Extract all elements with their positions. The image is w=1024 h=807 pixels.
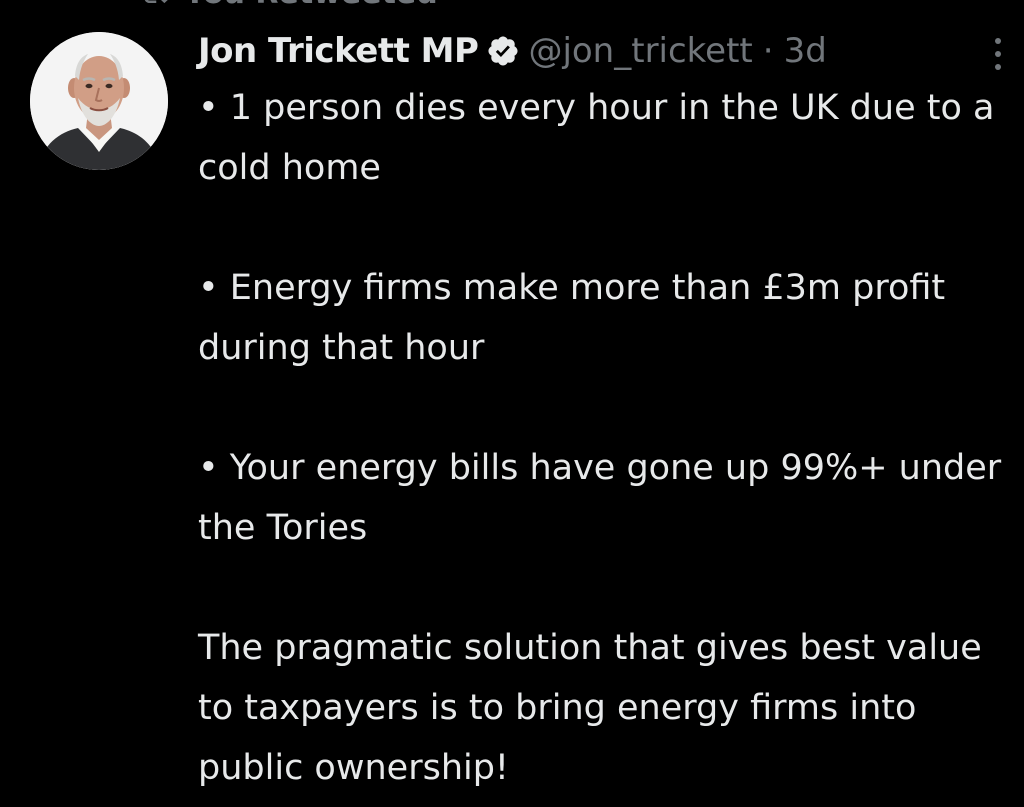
avatar-image: [30, 32, 168, 170]
tweet-paragraph: • 1 person dies every hour in the UK due…: [198, 88, 995, 188]
tweet-paragraph: • Your energy bills have gone up 99%+ un…: [198, 448, 1002, 548]
author-handle[interactable]: @jon_trickett: [528, 31, 752, 71]
social-context-label: You Retweeted: [184, 0, 438, 8]
social-context: You Retweeted: [140, 0, 438, 8]
header-separator: ·: [762, 31, 774, 71]
tweet-paragraph: The pragmatic solution that gives best v…: [198, 628, 982, 788]
verified-badge-icon[interactable]: [486, 34, 520, 68]
tweet-text: • 1 person dies every hour in the UK due…: [198, 78, 1014, 798]
avatar[interactable]: [30, 32, 168, 170]
retweet-icon: [140, 0, 170, 8]
tweet-paragraph: • Energy firms make more than £3m profit…: [198, 268, 946, 368]
author-display-name[interactable]: Jon Trickett MP: [198, 31, 479, 71]
tweet-timestamp[interactable]: 3d: [784, 31, 827, 71]
more-options-icon[interactable]: [988, 34, 1008, 74]
tweet-header: Jon Trickett MP @jon_trickett · 3d: [198, 26, 1012, 76]
